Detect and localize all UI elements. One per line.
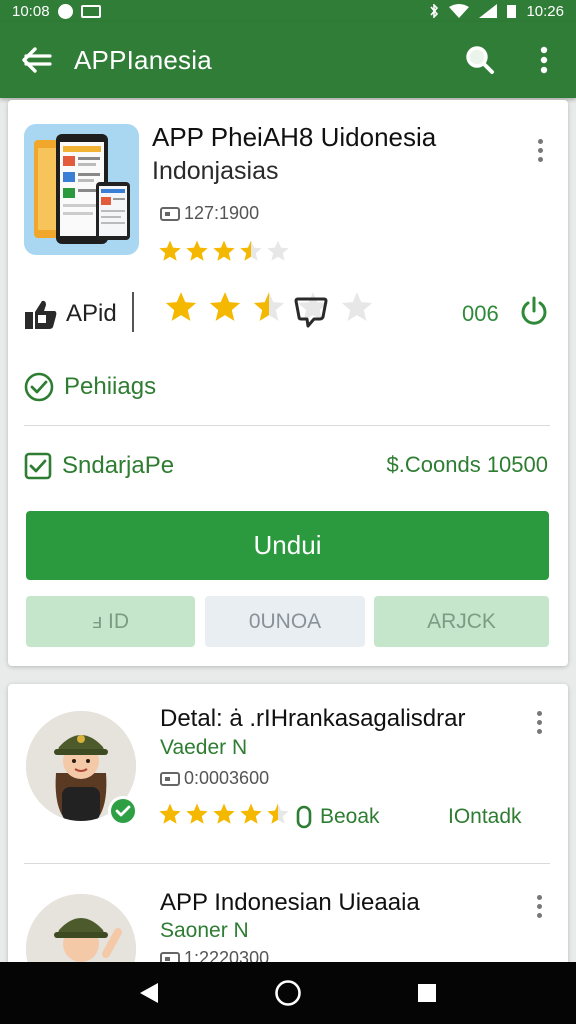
star-icon — [267, 803, 289, 824]
star-icon — [186, 240, 208, 261]
list-item-title: Detal: ⁠ȧ .rIHrankasagalisdrar — [160, 705, 466, 732]
list-item-overflow-button[interactable] — [527, 886, 551, 926]
price-label: $.Coonds 10500 — [386, 452, 548, 477]
list-item-subtitle: Vaeder N — [160, 736, 248, 759]
list-item-meta: 0:0003600 — [160, 768, 269, 789]
thumbs-up-icon — [25, 300, 57, 329]
status-time-left: 10:08 — [12, 2, 50, 20]
featured-app-title: APP PheiAH8 Uidonesia — [152, 122, 437, 152]
feature-check-1: Pehiiags — [24, 372, 156, 402]
wifi-icon — [449, 4, 470, 18]
phone-tablet-illustration — [34, 134, 130, 244]
nav-home-button[interactable] — [258, 968, 318, 1018]
download-size-icon — [160, 206, 180, 221]
star-icon — [253, 292, 285, 321]
star-icon — [240, 803, 262, 824]
option-checkbox[interactable]: SndarjaPe — [24, 452, 174, 480]
checkbox-checked-icon — [24, 452, 52, 480]
feature-check-1-label: Pehiiags — [64, 373, 157, 400]
arrow-left-icon — [22, 47, 52, 73]
thumbs-up-stat[interactable]: APid — [24, 298, 117, 330]
star-icon — [165, 292, 197, 321]
star-icon — [213, 803, 235, 824]
stat-count: 006 — [462, 301, 499, 326]
chip-ounoa[interactable]: 0UNOA — [205, 596, 365, 647]
notification-icon — [57, 3, 73, 19]
book-link-label: Beoak — [320, 805, 380, 828]
app-bar-title: APPIanesia — [74, 44, 212, 75]
verified-badge — [108, 796, 138, 826]
stat-rating-stars — [164, 290, 374, 324]
featured-app-meta: 127:1900 — [160, 203, 259, 224]
chat-bubble-icon — [294, 297, 328, 328]
download-size-icon — [160, 771, 180, 786]
download-button[interactable]: Undui — [26, 511, 549, 580]
square-recents-icon — [417, 984, 436, 1002]
check-circle-icon — [24, 372, 54, 402]
star-icon — [267, 240, 289, 261]
check-icon — [115, 805, 131, 817]
list-item-rating-stars — [158, 802, 290, 826]
comment-button[interactable] — [294, 296, 328, 333]
star-icon — [159, 803, 181, 824]
contact-link[interactable]: IOntadk — [448, 805, 522, 829]
shield-icon — [296, 805, 312, 829]
book-link[interactable]: Beoak — [296, 805, 380, 829]
search-button[interactable] — [448, 22, 512, 98]
app-thumbnail[interactable] — [24, 124, 139, 255]
list-divider — [24, 863, 550, 864]
back-button[interactable] — [0, 22, 74, 98]
triangle-back-icon — [140, 983, 159, 1003]
search-icon — [466, 46, 494, 74]
featured-rating-stars — [158, 239, 290, 263]
power-icon — [521, 296, 547, 325]
signal-icon — [479, 4, 498, 18]
power-button[interactable] — [520, 296, 548, 331]
list-item-subtitle: Saoner N — [160, 919, 249, 942]
nav-back-button[interactable] — [119, 968, 179, 1018]
app-bar: APPIanesia — [0, 22, 576, 98]
featured-app-meta-text: 127:1900 — [184, 203, 260, 223]
divider — [24, 425, 550, 426]
app-notification-icon — [80, 4, 101, 18]
star-icon — [213, 240, 235, 261]
card-overflow-button[interactable] — [528, 130, 552, 170]
list-item-meta-text: 0:0003600 — [184, 768, 270, 788]
stat-divider — [132, 292, 134, 332]
list-item-overflow-button[interactable] — [527, 702, 551, 742]
featured-stats-row: APid 006 — [24, 288, 554, 338]
option-checkbox-label: SndarjaPe — [62, 452, 175, 479]
chip-arjck[interactable]: ARJCK — [374, 596, 549, 647]
circle-home-icon — [275, 980, 301, 1006]
star-icon — [159, 240, 181, 261]
system-nav-bar — [0, 962, 576, 1024]
status-bar: 10:08 10:26 — [0, 0, 576, 22]
thumbs-up-label: APid — [66, 300, 117, 327]
battery-icon — [507, 5, 517, 18]
star-icon — [209, 292, 241, 321]
overflow-menu-button[interactable] — [512, 22, 576, 98]
list-item-title: APP Indonesian Uieaaia — [160, 889, 420, 916]
star-icon — [341, 292, 373, 321]
status-time-right: 10:26 — [526, 2, 564, 20]
chip-id[interactable]: ⅎ ID — [26, 596, 195, 647]
star-icon — [240, 240, 262, 261]
nav-recents-button[interactable] — [397, 968, 457, 1018]
star-icon — [186, 803, 208, 824]
featured-app-subtitle: Indonjasias — [152, 157, 279, 185]
bluetooth-icon — [430, 4, 439, 18]
more-vertical-icon — [540, 46, 548, 74]
